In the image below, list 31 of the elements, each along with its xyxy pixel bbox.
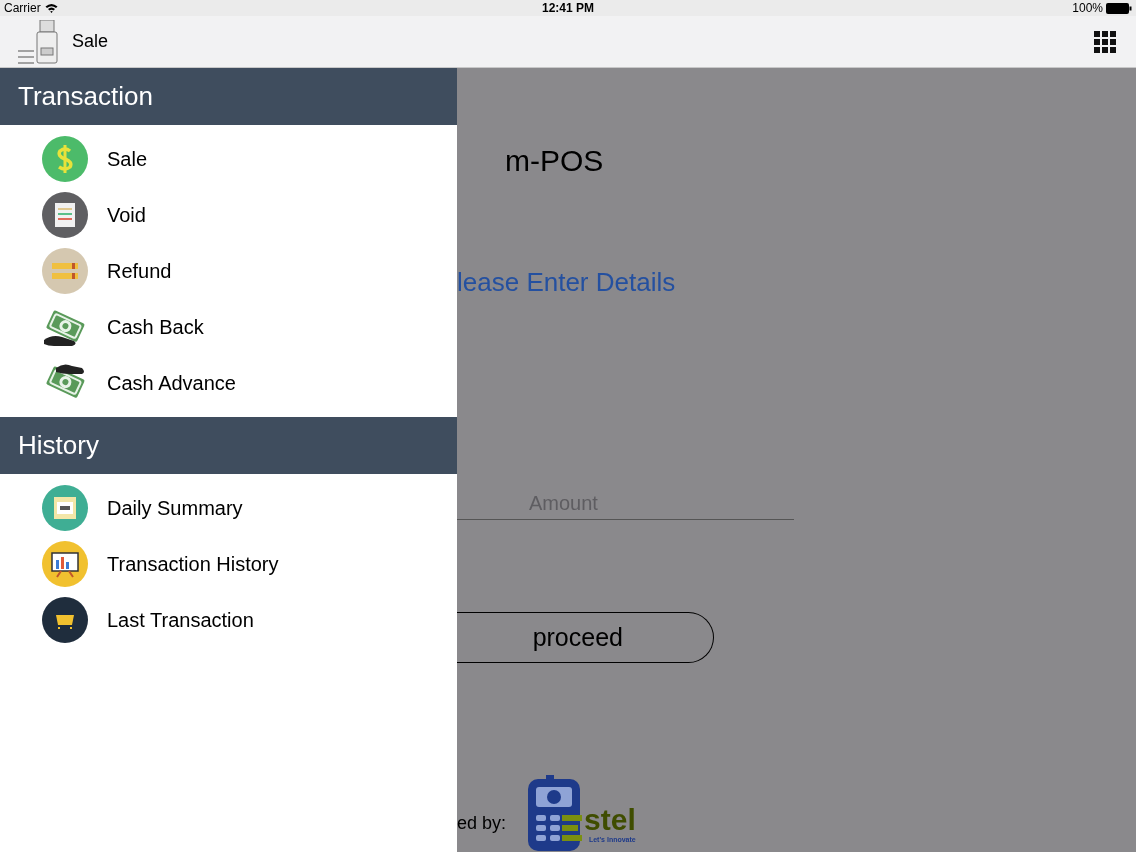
app-title: m-POS [505,143,605,179]
menu-icon [18,49,34,64]
drawer-item[interactable]: Daily Summary [0,480,457,536]
drawer-item[interactable]: Cash Advance [0,355,457,411]
receipt-icon [42,192,88,238]
clock: 12:41 PM [542,0,594,17]
drawer-item[interactable]: Void [0,187,457,243]
drawer-item[interactable]: Transaction History [0,536,457,592]
tickets-icon [42,248,88,294]
dollar-icon [42,136,88,182]
battery-percent: 100% [1072,0,1103,17]
section-header: History [0,417,457,474]
grid-icon [1094,30,1116,53]
phone-logo-icon [528,775,585,851]
instruction-text: lease Enter Details [457,266,677,299]
drawer-item[interactable]: Refund [0,243,457,299]
presentation-chart-icon [42,541,88,587]
calendar-icon [42,485,88,531]
card-terminal-icon [36,19,58,64]
logo-wordmark: stel [584,804,636,835]
section-header: Transaction [0,68,457,125]
battery-icon [1106,2,1132,14]
powered-by-text: ed by: [457,811,507,835]
carrier-label: Carrier [4,0,41,17]
screen-title: Sale [72,30,109,53]
basket-icon [42,597,88,643]
apps-grid-button[interactable] [1094,30,1116,53]
drawer-item[interactable]: Cash Back [0,299,457,355]
drawer-item[interactable]: Sale [0,131,457,187]
wifi-icon [44,3,58,13]
drawer-item[interactable]: Last Transaction [0,592,457,648]
